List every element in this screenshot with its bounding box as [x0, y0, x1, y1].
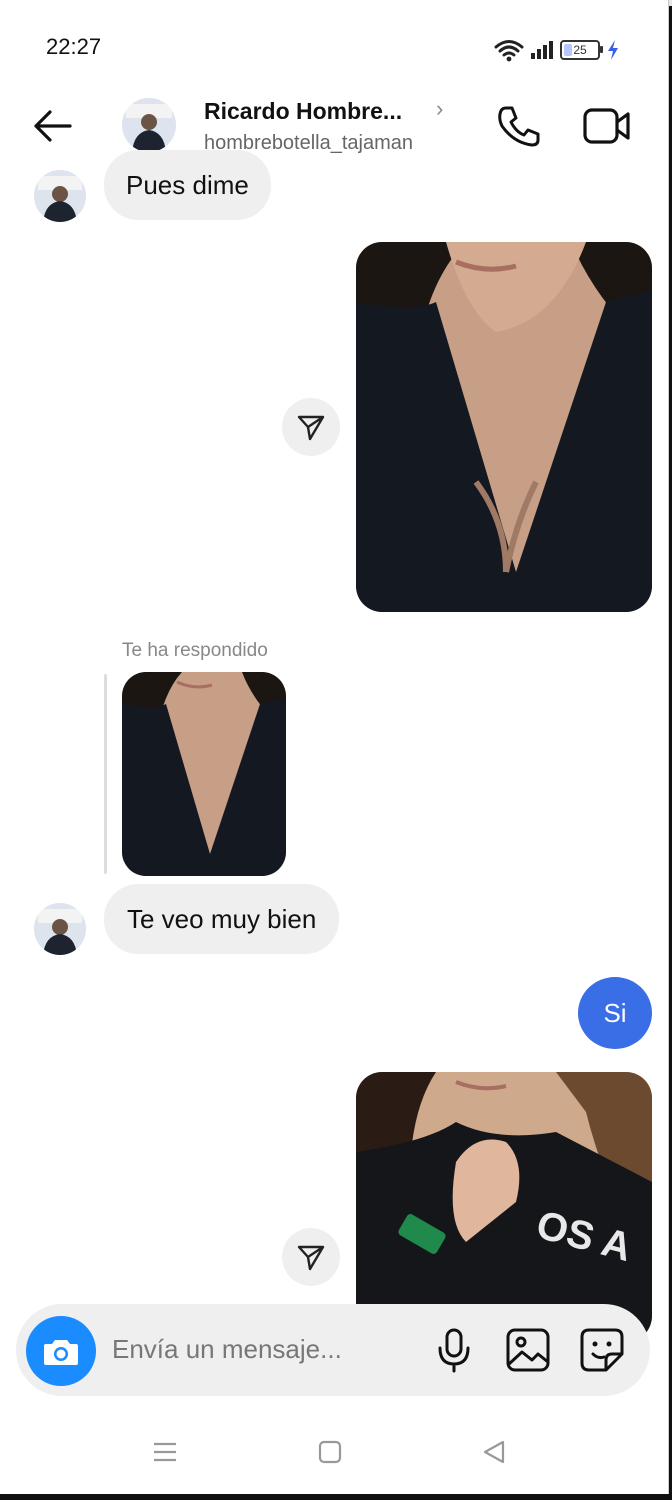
- message-avatar[interactable]: [34, 170, 86, 222]
- message-text: Pues dime: [126, 170, 249, 200]
- status-bar: 22:27 25: [0, 6, 668, 82]
- message-input[interactable]: Envía un mensaje...: [112, 1334, 342, 1365]
- message-text: Te veo muy bien: [127, 904, 317, 934]
- signal-icon: [531, 41, 553, 59]
- message-avatar[interactable]: [34, 903, 86, 955]
- chevron-right-icon[interactable]: ›: [436, 96, 443, 122]
- back-icon[interactable]: [482, 1440, 506, 1464]
- message-composer: Envía un mensaje...: [16, 1304, 650, 1396]
- replied-photo[interactable]: [122, 672, 286, 876]
- message-bubble-incoming[interactable]: Te veo muy bien: [104, 884, 340, 954]
- wifi-icon: [494, 40, 524, 62]
- camera-icon: [44, 1340, 78, 1365]
- battery-level: 25: [573, 43, 587, 57]
- home-icon[interactable]: [318, 1440, 342, 1464]
- photo-message[interactable]: OS A: [356, 1072, 652, 1342]
- microphone-icon[interactable]: [430, 1326, 478, 1374]
- contact-name[interactable]: Ricardo Hombre...: [204, 98, 402, 125]
- chat-header: Ricardo Hombre... › hombrebotella_tajama…: [0, 82, 668, 172]
- gallery-icon[interactable]: [504, 1326, 552, 1374]
- phone-icon[interactable]: [494, 102, 542, 150]
- status-time: 22:27: [46, 34, 102, 59]
- message-text: Si: [603, 998, 627, 1028]
- reply-indicator: [104, 674, 107, 874]
- system-nav-bar: [0, 1410, 668, 1494]
- dm-screen: 22:27 25 Ricardo Hombre... › hombrebotel…: [0, 0, 669, 1494]
- camera-button[interactable]: [26, 1316, 96, 1386]
- photo-message[interactable]: [356, 242, 652, 612]
- message-bubble-incoming[interactable]: Pues dime: [104, 150, 271, 220]
- battery-icon: 25: [560, 40, 603, 60]
- sticker-icon[interactable]: [578, 1326, 626, 1374]
- header-avatar[interactable]: [122, 98, 176, 152]
- message-bubble-outgoing[interactable]: Si: [578, 977, 652, 1049]
- status-icons: 25: [494, 36, 620, 64]
- reply-label: Te ha respondido: [122, 640, 268, 661]
- video-call-icon[interactable]: [582, 104, 632, 148]
- back-arrow-icon[interactable]: [28, 104, 76, 148]
- share-icon[interactable]: [282, 398, 340, 456]
- share-icon[interactable]: [282, 1228, 340, 1286]
- charging-icon: [608, 40, 618, 60]
- menu-icon[interactable]: [152, 1440, 178, 1464]
